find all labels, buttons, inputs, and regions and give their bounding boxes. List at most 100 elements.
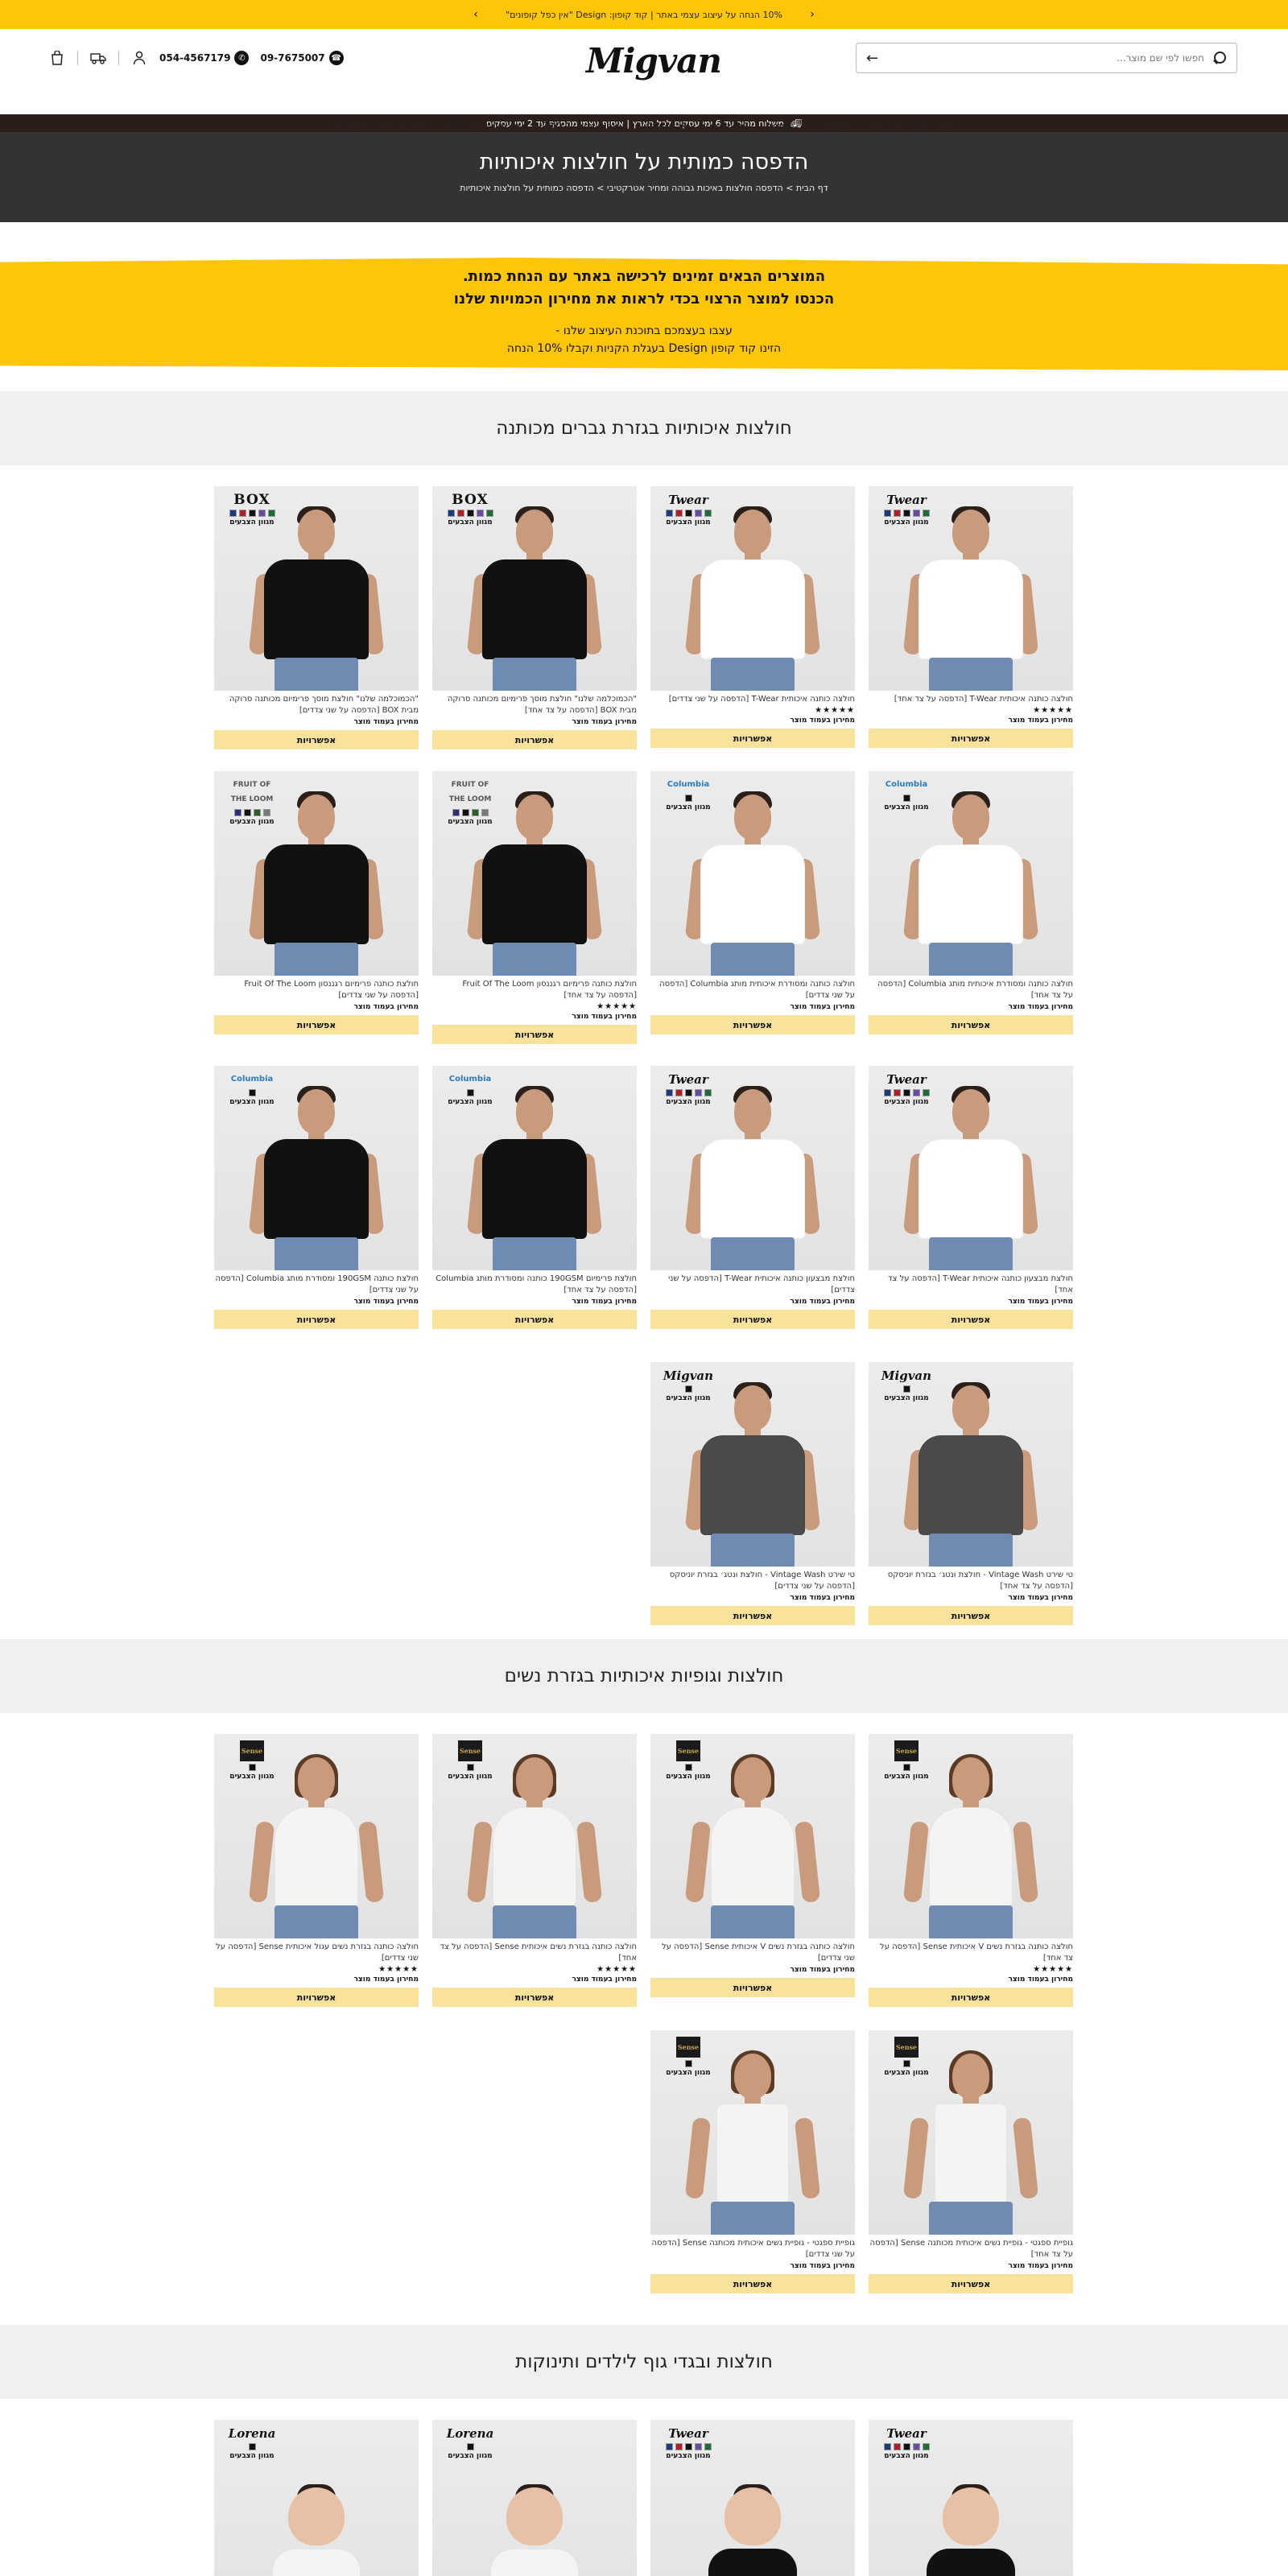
product-card[interactable]: BOX מגוון הצבעים "הכמוכלמה שלנו" חולצת מוס… — [432, 486, 637, 749]
options-button[interactable]: אפשרויות — [432, 730, 637, 749]
whatsapp-icon[interactable]: ✆ — [234, 51, 250, 65]
chevron-left-icon[interactable]: › — [469, 7, 483, 22]
product-card[interactable]: Migvan מגוון הצבעים טי שירט Vintage Wash -… — [869, 1362, 1073, 1625]
product-image[interactable]: Sense מגוון הצבעים — [650, 2030, 855, 2235]
product-card[interactable]: Columbia מגוון הצבעים חולצה כותנה ומסודרת … — [869, 771, 1073, 1034]
nav-item[interactable]: סווטרים — [817, 119, 849, 140]
product-image[interactable]: BOX מגוון הצבעים — [214, 486, 419, 691]
phone-number-mobile[interactable]: 054-4567179 — [159, 52, 230, 64]
product-card[interactable]: Twear מגוון הצבעים חולצת מבצעון כותנה איכו… — [869, 1066, 1073, 1329]
product-card[interactable]: Twear מגוון הצבעים חולצה כותנה איכותית T-W… — [869, 486, 1073, 748]
product-title[interactable]: טי שירט Vintage Wash - חולצת ונטג׳ בגזרת… — [650, 1570, 855, 1592]
options-button[interactable]: אפשרויות — [650, 2274, 855, 2293]
product-card[interactable]: BOX מגוון הצבעים "הכמוכלמה שלנו" חולצת מוס… — [214, 486, 419, 749]
product-image[interactable]: Lorena מגוון הצבעים — [432, 2420, 637, 2576]
product-card[interactable]: Migvan מגוון הצבעים טי שירט Vintage Wash -… — [650, 1362, 855, 1625]
product-title[interactable]: "הכמוכלמה שלנו" חולצת מוסך פרימיום מכותנ… — [214, 694, 419, 716]
product-card[interactable]: Twear מגוון הצבעים חולצת מבצעון כותנה איכו… — [650, 1066, 855, 1329]
options-button[interactable]: אפשרויות — [432, 1988, 637, 2007]
product-title[interactable]: חולצה כותנה איכותית T-Wear [הדפסה על צד … — [869, 694, 1073, 705]
options-button[interactable]: אפשרויות — [650, 1978, 855, 1997]
product-title[interactable]: חולצת מבצעון כותנה איכותית T-Wear [הדפסה… — [869, 1274, 1073, 1296]
options-button[interactable]: אפשרויות — [869, 2274, 1073, 2293]
product-card[interactable]: Sense מגוון הצבעים חולצה כותנה בגזרת נשים … — [869, 1734, 1073, 2007]
search-input[interactable] — [885, 52, 1204, 64]
product-card[interactable]: Sense מגוון הצבעים חולצה כותנה בגזרת נשים … — [214, 1734, 419, 2007]
product-card[interactable]: Columbia מגוון הצבעים חולצה כותנה ומסודרת … — [650, 771, 855, 1034]
options-button[interactable]: אפשרויות — [214, 1988, 419, 2007]
product-title[interactable]: טי שירט Vintage Wash - חולצת ונטג׳ בגזרת… — [869, 1570, 1073, 1592]
product-image[interactable]: BOX מגוון הצבעים — [432, 486, 637, 691]
product-card[interactable]: Twear מגוון הצבעים — [650, 2420, 855, 2576]
product-title[interactable]: גופיית ספגטי - גופיית נשים איכותית מכותנ… — [650, 2238, 855, 2260]
product-card[interactable]: Twear מגוון הצבעים — [869, 2420, 1073, 2576]
product-image[interactable]: Columbia מגוון הצבעים — [432, 1066, 637, 1270]
phone-number-office[interactable]: 09-7675007 — [260, 52, 324, 64]
options-button[interactable]: אפשרויות — [214, 1310, 419, 1329]
product-image[interactable]: Columbia מגוון הצבעים — [869, 771, 1073, 976]
product-card[interactable]: Columbia מגוון הצבעים חולצת כותנה 190GSM ו… — [214, 1066, 419, 1329]
product-card[interactable]: Sense מגוון הצבעים גופיית ספגטי - גופיית נ… — [869, 2030, 1073, 2293]
product-title[interactable]: חולצה כותנה ומסודרת איכותית מותג Columbi… — [869, 979, 1073, 1001]
product-image[interactable]: Sense מגוון הצבעים — [432, 1734, 637, 1938]
product-image[interactable]: Twear מגוון הצבעים — [650, 486, 855, 691]
options-button[interactable]: אפשרויות — [869, 1606, 1073, 1625]
options-button[interactable]: אפשרויות — [869, 1310, 1073, 1329]
options-button[interactable]: אפשרויות — [432, 1310, 637, 1329]
product-image[interactable]: Migvan מגוון הצבעים — [650, 1362, 855, 1567]
product-title[interactable]: חולצה כותנה ומסודרת איכותית מותג Columbi… — [650, 979, 855, 1001]
phone-mobile[interactable]: 054-4567179 ✆ — [159, 51, 250, 65]
nav-item[interactable]: הדפסה על חולצות — [871, 119, 948, 140]
product-title[interactable]: חולצה כותנה בגזרת נשים איכותית Sense [הד… — [432, 1942, 637, 1964]
nav-item[interactable]: עצב בעצמך — [644, 119, 694, 140]
nav-item[interactable]: POD — [542, 119, 563, 140]
options-button[interactable]: אפשרויות — [869, 1015, 1073, 1034]
product-image[interactable]: FRUIT OF THE LOOM מגוון הצבעים — [432, 771, 637, 976]
nav-item[interactable]: מארזים — [716, 119, 746, 140]
product-title[interactable]: חולצה כותנה בגזרת נשים עגול איכותית Sens… — [214, 1942, 419, 1964]
product-title[interactable]: חולצה כותנה איכותית T-Wear [הדפסה על שני… — [650, 694, 855, 705]
product-image[interactable]: Sense מגוון הצבעים — [869, 1734, 1073, 1938]
product-title[interactable]: גופיית ספגטי - גופיית נשים איכותית מכותנ… — [869, 2238, 1073, 2260]
product-image[interactable]: Twear מגוון הצבעים — [650, 1066, 855, 1270]
logo[interactable]: Migvan — [586, 37, 722, 85]
phone-office[interactable]: 09-7675007 ☎ — [260, 51, 344, 65]
chevron-right-icon[interactable]: ‹ — [805, 7, 819, 22]
product-title[interactable]: חולצת כותנה 190GSM ומסודרת מותג Columbia… — [214, 1274, 419, 1296]
nav-item[interactable]: הזמנת הדפסות DTF — [340, 119, 424, 140]
options-button[interactable]: אפשרויות — [214, 730, 419, 749]
product-image[interactable]: Columbia מגוון הצבעים — [650, 771, 855, 976]
options-button[interactable]: אפשרויות — [869, 1988, 1073, 2007]
nav-item[interactable]: דוגמאות מודפסות — [447, 119, 519, 140]
product-image[interactable]: Columbia מגוון הצבעים — [214, 1066, 419, 1270]
options-button[interactable]: אפשרויות — [650, 1310, 855, 1329]
product-title[interactable]: חולצת כותנה פרימיום רגננסון Fruit Of The… — [432, 979, 637, 1001]
product-image[interactable]: Twear מגוון הצבעים — [869, 486, 1073, 691]
nav-item[interactable]: מתנות — [769, 119, 795, 140]
options-button[interactable]: אפשרויות — [650, 1606, 855, 1625]
product-image[interactable]: Sense מגוון הצבעים — [650, 1734, 855, 1938]
product-card[interactable]: FRUIT OF THE LOOM מגוון הצבעים חולצת כותנה… — [214, 771, 419, 1034]
search-box[interactable]: ← — [856, 43, 1237, 73]
product-image[interactable]: Twear מגוון הצבעים — [869, 2420, 1073, 2576]
product-title[interactable]: חולצה כותנה בגזרת נשים V איכותית Sense [… — [650, 1942, 855, 1964]
arrow-left-icon[interactable]: ← — [866, 50, 878, 67]
product-card[interactable]: Twear מגוון הצבעים חולצה כותנה איכותית T-W… — [650, 486, 855, 748]
product-image[interactable]: Migvan מגוון הצבעים — [869, 1362, 1073, 1567]
product-title[interactable]: חולצת כותנה פרימיום רגננסון Fruit Of The… — [214, 979, 419, 1001]
product-title[interactable]: "הכמוכלמה שלנו" חולצת מוסך פרימיום מכותנ… — [432, 694, 637, 716]
product-title[interactable]: חולצת פרימיום 190GSM כותנה ומסודרת מותג … — [432, 1274, 637, 1296]
breadcrumb[interactable]: דף הבית > הדפסה חולצות באיכות גבוהה ומחי… — [0, 183, 1288, 193]
product-image[interactable]: Sense מגוון הצבעים — [214, 1734, 419, 1938]
product-image[interactable]: FRUIT OF THE LOOM מגוון הצבעים — [214, 771, 419, 976]
options-button[interactable]: אפשרויות — [650, 729, 855, 748]
product-card[interactable]: Sense מגוון הצבעים חולצה כותנה בגזרת נשים … — [432, 1734, 637, 2007]
product-image[interactable]: Sense מגוון הצבעים — [869, 2030, 1073, 2235]
nav-item[interactable]: צור קשר — [585, 119, 621, 140]
user-icon[interactable] — [130, 49, 148, 67]
search-icon[interactable] — [1212, 51, 1227, 65]
product-card[interactable]: Lorena מגוון הצבעים — [432, 2420, 637, 2576]
product-card[interactable]: FRUIT OF THE LOOM מגוון הצבעים חולצת כותנה… — [432, 771, 637, 1044]
product-card[interactable]: Sense מגוון הצבעים חולצה כותנה בגזרת נשים … — [650, 1734, 855, 1997]
options-button[interactable]: אפשרויות — [214, 1015, 419, 1034]
